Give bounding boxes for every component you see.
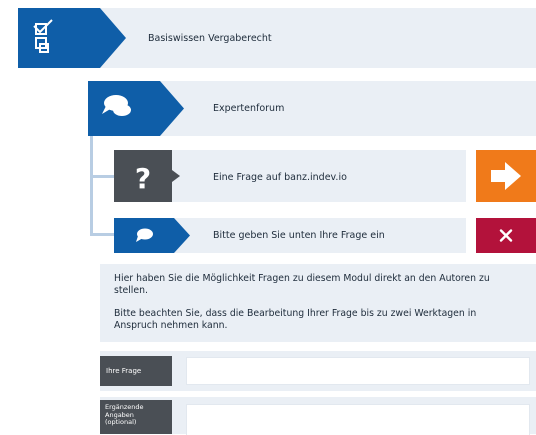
checklist-icon	[33, 19, 53, 53]
tree-line-branch-1	[90, 175, 114, 178]
module-title: Basiswissen Vergaberecht	[148, 33, 272, 44]
speech-bubble-icon	[136, 228, 153, 242]
info-text-2: Bitte beachten Sie, dass die Bearbeitung…	[114, 308, 477, 331]
question-tree-connector	[172, 170, 180, 182]
question-label: Ihre Frage	[106, 367, 142, 375]
arrow-right-icon	[491, 162, 521, 190]
question-mark-icon: ?	[135, 162, 151, 194]
forum-title: Expertenforum	[213, 103, 285, 114]
tree-line-vertical	[90, 136, 93, 236]
close-icon	[499, 229, 513, 242]
question-input[interactable]	[186, 357, 530, 385]
speech-bubbles-icon	[102, 95, 131, 116]
tree-line-branch-2	[90, 233, 114, 236]
extra-input[interactable]	[186, 404, 530, 435]
extra-label: Ergänzende Angaben (optional)	[105, 403, 144, 426]
info-text-1: Hier haben Sie die Möglichkeit Fragen zu…	[114, 273, 490, 296]
svg-text:?: ?	[135, 162, 151, 194]
input-badge	[114, 218, 190, 253]
question-row-title: Eine Frage auf banz.indev.io	[213, 172, 347, 183]
input-row-title: Bitte geben Sie unten Ihre Frage ein	[213, 230, 385, 241]
